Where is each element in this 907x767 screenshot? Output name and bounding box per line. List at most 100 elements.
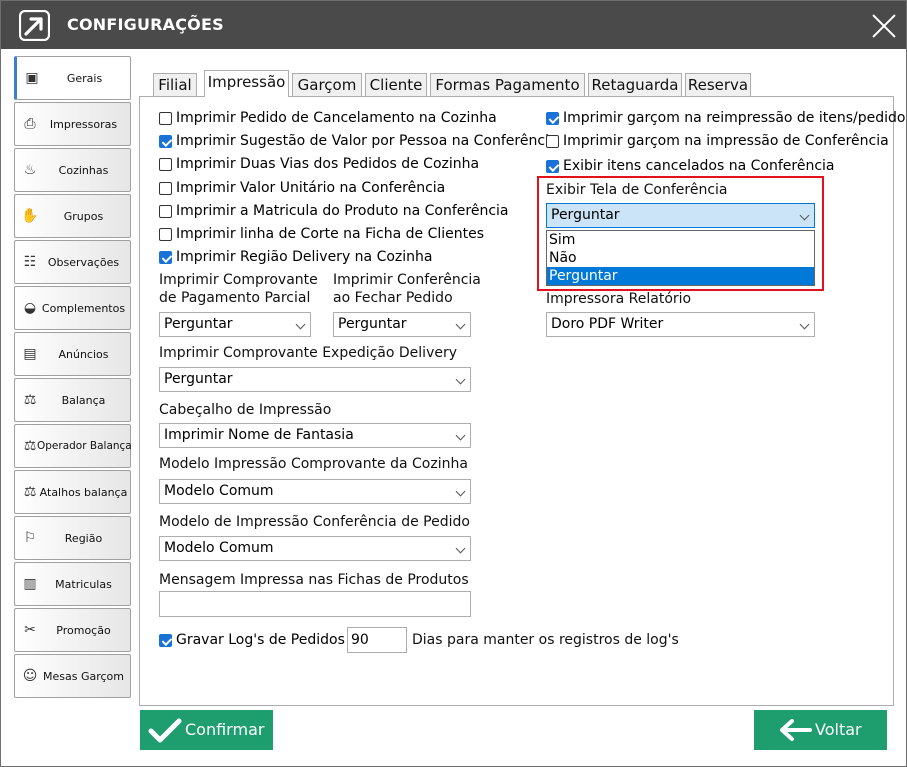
checkbox-unchecked-icon[interactable] — [546, 135, 559, 148]
checkbox-label: Imprimir Duas Vias dos Pedidos de Cozinh… — [176, 156, 480, 172]
monitor-icon: ▣ — [25, 70, 39, 86]
chevron-down-icon[interactable] — [799, 319, 810, 330]
back-label: Voltar — [815, 720, 862, 739]
nav-item-label: Gerais — [66, 72, 103, 85]
chevron-down-icon[interactable] — [455, 430, 466, 441]
title-bar: CONFIGURAÇÕES — [1, 1, 906, 49]
nav-item-operador-balanca[interactable]: ⚖ Operador Balança — [14, 424, 132, 468]
log-days-input[interactable]: 90 — [347, 627, 407, 653]
checkmark-icon — [148, 718, 182, 743]
nav-item-grupos[interactable]: ✋ Grupos — [14, 194, 131, 238]
select-value: Perguntar — [338, 316, 407, 332]
dropdown-option-nao[interactable]: Não — [547, 249, 814, 267]
modelo-conferencia-label: Modelo de Impressão Conferência de Pedid… — [159, 514, 470, 530]
checkbox-unchecked-icon[interactable] — [159, 112, 172, 125]
comprovante-parcial-label-1: Imprimir Comprovante — [159, 272, 318, 288]
tab-garcom[interactable]: Garçom — [292, 73, 362, 97]
nav-item-anuncios[interactable]: ▤ Anúncios — [14, 332, 131, 376]
dropdown-option-sim[interactable]: Sim — [547, 231, 814, 249]
nav-item-label: Balança — [61, 394, 106, 407]
comprovante-parcial-select[interactable]: Perguntar — [159, 312, 311, 337]
chevron-down-icon[interactable] — [455, 319, 466, 330]
nav-item-label: Complementos — [41, 302, 126, 315]
conferencia-fechar-select[interactable]: Perguntar — [333, 312, 471, 337]
document-icon: ▤ — [23, 346, 37, 362]
nav-item-impressoras[interactable]: ⎙ Impressoras — [14, 102, 131, 146]
confirm-button[interactable]: Confirmar — [140, 710, 273, 750]
nav-item-label: Impressoras — [49, 118, 118, 131]
checkbox-label: Imprimir Sugestão de Valor por Pessoa na… — [176, 133, 558, 149]
settings-window: CONFIGURAÇÕES ▣ Gerais ⎙ Impressoras ♨ Cozinh… — [0, 0, 907, 767]
mensagem-input[interactable] — [159, 591, 471, 617]
select-value: Imprimir Nome de Fantasia — [164, 427, 354, 443]
checkbox-checked-icon[interactable] — [546, 112, 559, 125]
modelo-conferencia-select[interactable]: Modelo Comum — [159, 536, 471, 561]
tab-cliente[interactable]: Cliente — [365, 73, 427, 97]
checkbox-label: Imprimir linha de Corte na Ficha de Clie… — [176, 226, 484, 242]
checkbox-checked-icon[interactable] — [159, 251, 172, 264]
modelo-cozinha-label: Modelo Impressão Comprovante da Cozinha — [159, 456, 468, 472]
kitchen-icon: ♨ — [23, 162, 37, 178]
chevron-down-icon[interactable] — [455, 543, 466, 554]
conferencia-fechar-label-2: ao Fechar Pedido — [333, 290, 453, 306]
chevron-down-icon[interactable] — [295, 319, 306, 330]
arrow-left-icon — [780, 719, 812, 741]
app-logo-icon — [19, 10, 50, 41]
nav-item-label: Promoção — [56, 624, 111, 637]
chevron-down-icon[interactable] — [799, 210, 810, 221]
checkbox-checked-icon[interactable] — [159, 634, 172, 647]
nav-item-gerais[interactable]: ▣ Gerais — [14, 56, 131, 100]
select-value: Perguntar — [551, 207, 620, 223]
promotion-icon: ✂ — [24, 622, 36, 638]
comprovante-delivery-label: Imprimir Comprovante Expedição Delivery — [159, 345, 458, 361]
checkbox-unchecked-icon[interactable] — [159, 205, 172, 218]
checkbox-checked-icon[interactable] — [159, 135, 172, 148]
checkbox-label: Imprimir Pedido de Cancelamento na Cozin… — [176, 110, 497, 126]
tab-retaguarda[interactable]: Retaguarda — [588, 73, 682, 97]
nav-item-atalhos-balanca[interactable]: ⚖ Atalhos balança — [14, 470, 131, 514]
waiter-icon: ☺ — [22, 668, 38, 684]
close-icon[interactable] — [867, 9, 901, 43]
nav-item-label: Cozinhas — [58, 164, 109, 177]
checkbox-label: Gravar Log's de Pedidos — [176, 632, 345, 648]
nav-item-balanca[interactable]: ⚖ Balança — [14, 378, 131, 422]
tela-conferencia-select[interactable]: Perguntar — [546, 203, 815, 228]
nav-item-matriculas[interactable]: ▥ Matriculas — [14, 562, 131, 606]
category-sidebar: ▣ Gerais ⎙ Impressoras ♨ Cozinhas ✋ Grupos ☷ Obse… — [14, 56, 132, 756]
checkbox-unchecked-icon[interactable] — [159, 182, 172, 195]
nav-item-complementos[interactable]: ◒ Complementos — [14, 286, 131, 330]
comprovante-delivery-select[interactable]: Perguntar — [159, 367, 471, 392]
tab-filial[interactable]: Filial — [153, 73, 197, 97]
nav-item-label: Operador Balança — [37, 440, 132, 452]
back-button[interactable]: Voltar — [754, 710, 887, 750]
cabecalho-select[interactable]: Imprimir Nome de Fantasia — [159, 423, 471, 448]
nav-item-regiao[interactable]: ⚐ Região — [14, 516, 131, 560]
nav-item-promocao[interactable]: ✂ Promoção — [14, 608, 131, 652]
dropdown-option-perguntar[interactable]: Perguntar — [547, 267, 814, 285]
nav-item-label: Mesas Garçom — [43, 670, 124, 683]
printer-icon: ⎙ — [24, 116, 36, 132]
select-value: Modelo Comum — [164, 483, 274, 499]
comprovante-parcial-label-2: de Pagamento Parcial — [159, 290, 311, 306]
window-title: CONFIGURAÇÕES — [67, 15, 224, 34]
log-days-suffix: Dias para manter os registros de log's — [412, 632, 679, 648]
tab-formas-pagamento[interactable]: Formas Pagamento — [430, 73, 585, 97]
checkbox-unchecked-icon[interactable] — [159, 228, 172, 241]
impressora-relatorio-select[interactable]: Doro PDF Writer — [546, 312, 815, 337]
checkbox-unchecked-icon[interactable] — [159, 158, 172, 171]
tab-reserva[interactable]: Reserva — [685, 73, 751, 97]
nav-item-label: Matriculas — [55, 578, 112, 591]
nav-item-cozinhas[interactable]: ♨ Cozinhas — [14, 148, 131, 192]
conferencia-fechar-label-1: Imprimir Conferência — [333, 272, 481, 288]
tab-impressao[interactable]: Impressão — [204, 70, 289, 97]
chevron-down-icon[interactable] — [455, 486, 466, 497]
modelo-cozinha-select[interactable]: Modelo Comum — [159, 479, 471, 504]
select-value: Doro PDF Writer — [551, 316, 664, 332]
checkbox-checked-icon[interactable] — [546, 160, 559, 173]
chevron-down-icon[interactable] — [455, 374, 466, 385]
nav-item-observacoes[interactable]: ☷ Observações — [14, 240, 131, 284]
select-value: Perguntar — [164, 316, 233, 332]
nav-item-mesas-garcom[interactable]: ☺ Mesas Garçom — [14, 654, 131, 698]
dish-icon: ◒ — [23, 300, 37, 316]
checkbox-label: Imprimir garçom na reimpressão de itens/… — [563, 110, 906, 126]
